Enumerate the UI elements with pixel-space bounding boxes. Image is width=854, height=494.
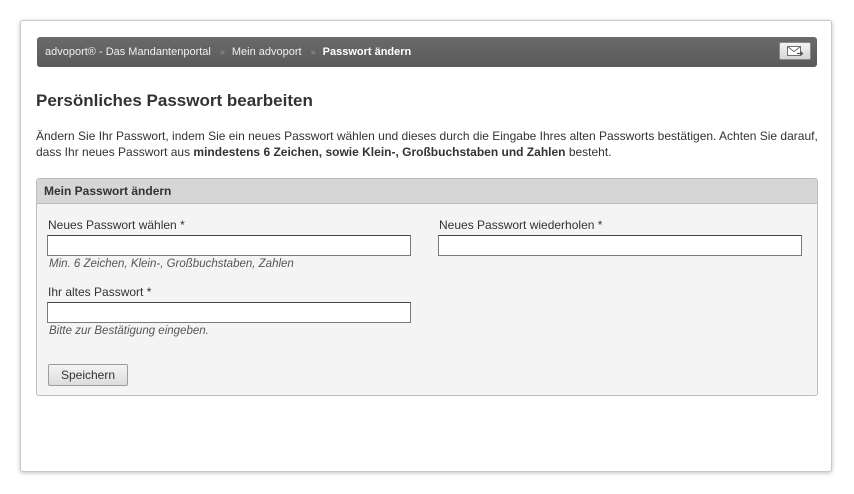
breadcrumb-separator: »: [310, 47, 316, 57]
mail-button[interactable]: [779, 42, 811, 60]
page-frame: advoport® - Das Mandantenportal » Mein a…: [20, 20, 832, 472]
new-password-hint: Min. 6 Zeichen, Klein-, Großbuchstaben, …: [49, 258, 294, 270]
intro-text-bold: mindestens 6 Zeichen, sowie Klein-, Groß…: [193, 145, 566, 159]
repeat-password-input[interactable]: [438, 235, 802, 256]
envelope-arrow-icon: [787, 46, 804, 56]
intro-text: Ändern Sie Ihr Passwort, indem Sie ein n…: [36, 128, 826, 160]
breadcrumb-item-portal[interactable]: advoport® - Das Mandantenportal: [45, 46, 211, 58]
page-title: Persönliches Passwort bearbeiten: [36, 91, 313, 110]
intro-text-part2: besteht.: [565, 145, 612, 159]
breadcrumb-item-mein-advoport[interactable]: Mein advoport: [232, 46, 302, 58]
breadcrumb-item-current: Passwort ändern: [322, 46, 412, 58]
old-password-hint: Bitte zur Bestätigung eingeben.: [49, 325, 209, 337]
old-password-label: Ihr altes Passwort *: [48, 285, 152, 299]
repeat-password-label: Neues Passwort wiederholen *: [439, 218, 603, 232]
old-password-input[interactable]: [47, 302, 411, 323]
save-button[interactable]: Speichern: [48, 364, 128, 386]
password-form-panel: Mein Passwort ändern Neues Passwort wähl…: [36, 178, 818, 396]
panel-title: Mein Passwort ändern: [37, 179, 817, 204]
breadcrumb-separator: »: [219, 47, 225, 57]
new-password-label: Neues Passwort wählen *: [48, 218, 185, 232]
breadcrumb: advoport® - Das Mandantenportal » Mein a…: [37, 37, 817, 67]
new-password-input[interactable]: [47, 235, 411, 256]
